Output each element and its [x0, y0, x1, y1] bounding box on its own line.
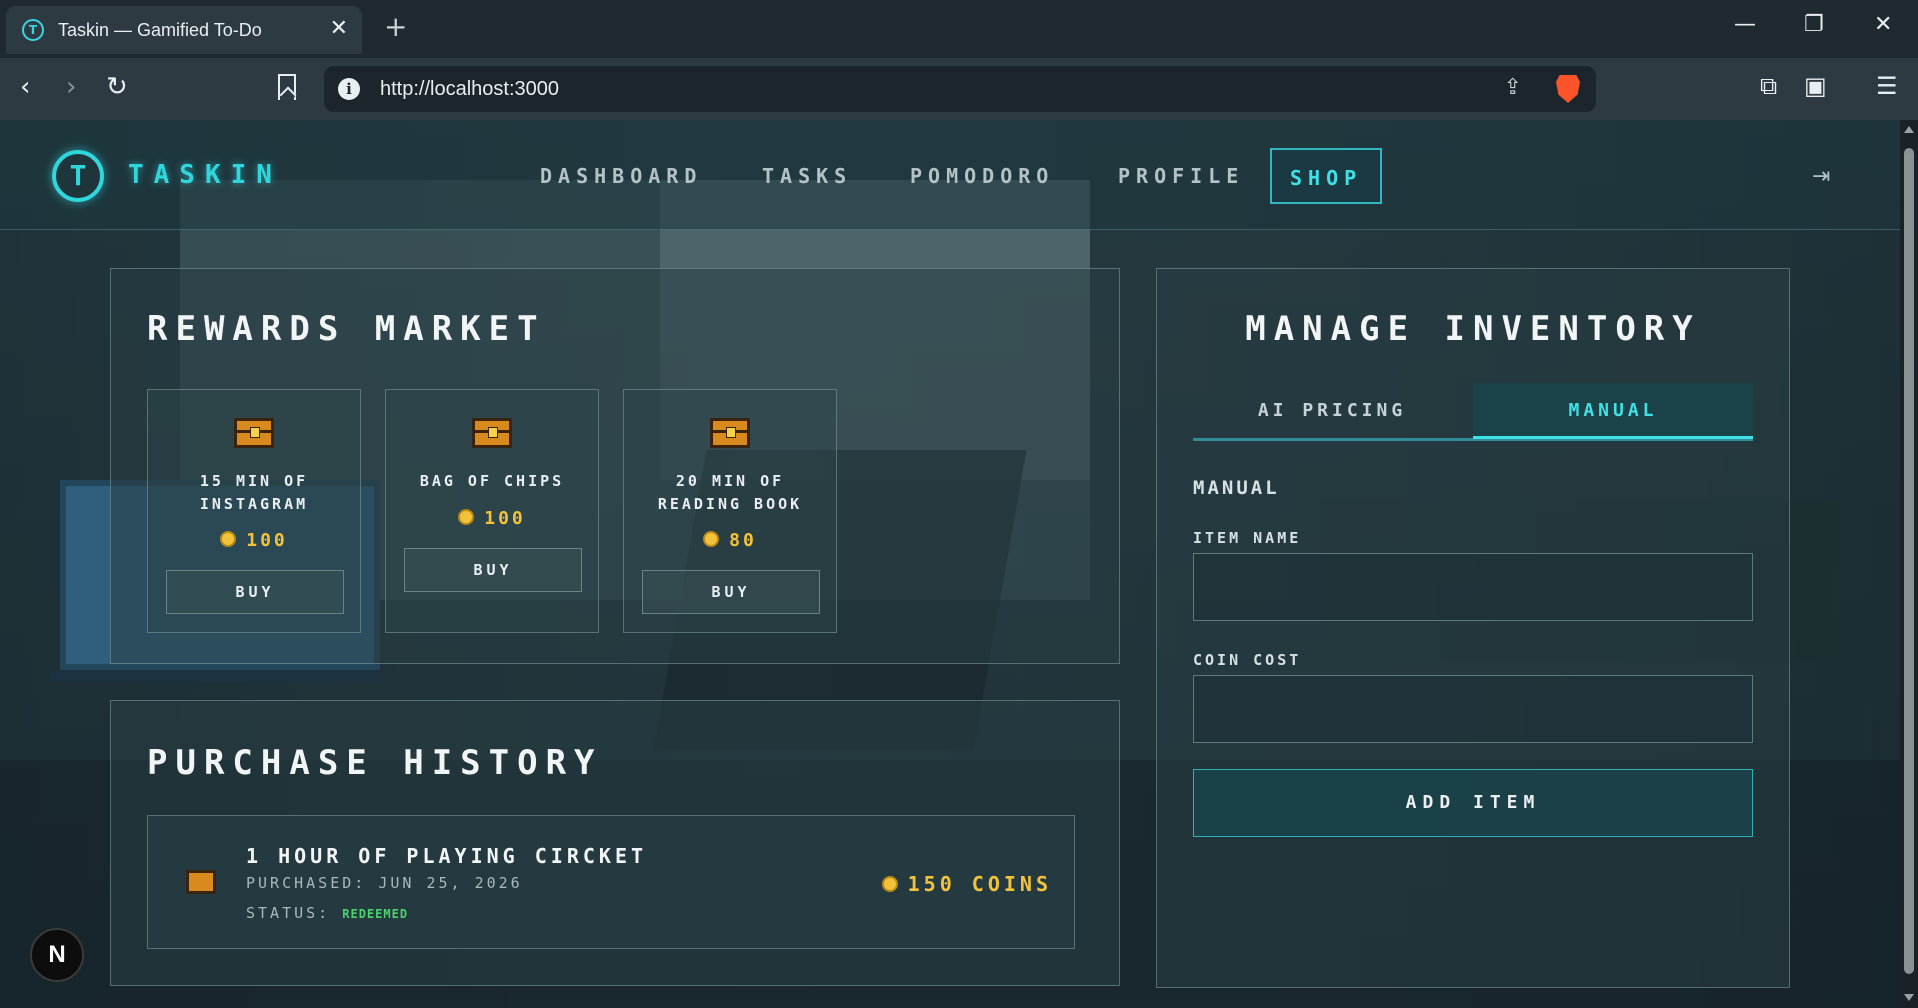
new-tab-button[interactable]: + [384, 10, 407, 43]
background-laptop-art [50, 670, 380, 682]
extensions-icon[interactable]: ⧉ [1760, 72, 1777, 100]
purchase-history-title: PURCHASE HISTORY [147, 743, 603, 783]
treasure-chest-icon [234, 418, 274, 448]
minimize-button[interactable]: — [1734, 12, 1756, 37]
coin-icon [220, 531, 237, 547]
nextjs-dev-badge[interactable]: N [30, 928, 84, 982]
coin-icon [881, 876, 898, 892]
tab-ai-pricing[interactable]: AI PRICING [1193, 383, 1471, 439]
address-bar[interactable]: i http://localhost:3000 ⇪ [324, 66, 1596, 112]
tab-close-icon[interactable]: ✕ [330, 16, 348, 41]
reward-card: 15 MIN OF INSTAGRAM 100 BUY [147, 389, 361, 633]
reward-name: BAG OF CHIPS [419, 472, 565, 490]
restore-button[interactable]: ❐ [1804, 12, 1824, 37]
app-page: T TASKIN DASHBOARD TASKS POMODORO PROFIL… [0, 120, 1900, 1008]
history-purchase-date: PURCHASED: JUN 25, 2026 [246, 874, 523, 892]
coin-cost-input[interactable] [1193, 675, 1753, 743]
bookmark-icon[interactable] [278, 74, 296, 100]
nav-dashboard[interactable]: DASHBOARD [540, 164, 702, 188]
taskin-favicon-icon: T [22, 19, 44, 41]
reward-price: 80 [624, 530, 836, 551]
add-item-button[interactable]: ADD ITEM [1193, 769, 1753, 837]
rewards-market-panel: REWARDS MARKET 15 MIN OF INSTAGRAM 100 B… [110, 268, 1120, 664]
history-entry: 1 HOUR OF PLAYING CIRCKET PURCHASED: JUN… [147, 815, 1075, 949]
nav-profile[interactable]: PROFILE [1118, 164, 1244, 188]
treasure-chest-icon [472, 418, 512, 448]
menu-icon[interactable]: ☰ [1876, 72, 1898, 100]
buy-button[interactable]: BUY [642, 570, 820, 614]
share-icon[interactable]: ⇪ [1504, 75, 1522, 100]
forward-arrow-icon[interactable]: › [66, 72, 76, 102]
browser-tab-bar: T Taskin — Gamified To-Do ✕ + — ❐ ✕ [0, 0, 1918, 58]
scroll-down-arrow-icon[interactable] [1904, 994, 1914, 1001]
logout-icon[interactable]: ⇥ [1812, 164, 1830, 189]
treasure-chest-icon [186, 870, 216, 894]
back-arrow-icon[interactable]: ‹ [20, 72, 30, 102]
reward-card: 20 MIN OF READING BOOK 80 BUY [623, 389, 837, 633]
sidebar-icon[interactable]: ▣ [1804, 72, 1827, 100]
treasure-chest-icon [710, 418, 750, 448]
buy-button[interactable]: BUY [404, 548, 582, 592]
scroll-up-arrow-icon[interactable] [1904, 126, 1914, 133]
reward-name: 15 MIN OF [199, 472, 309, 490]
history-item-name: 1 HOUR OF PLAYING CIRCKET [246, 844, 648, 868]
reward-price: 100 [148, 530, 360, 551]
scroll-thumb[interactable] [1904, 148, 1914, 974]
brand-name[interactable]: TASKIN [128, 160, 282, 190]
taskin-logo-icon[interactable]: T [52, 150, 104, 202]
tab-title: Taskin — Gamified To-Do [58, 20, 262, 40]
reward-name: 20 MIN OF [675, 472, 785, 490]
history-status: STATUS: REDEEMED [246, 904, 409, 922]
brave-shield-icon[interactable] [1556, 75, 1580, 103]
nav-pomodoro[interactable]: POMODORO [910, 164, 1054, 188]
manage-inventory-panel: MANAGE INVENTORY AI PRICING MANUAL MANUA… [1156, 268, 1790, 988]
inventory-tabs: AI PRICING MANUAL [1193, 383, 1753, 441]
history-coin-cost: 150 COINS [881, 872, 1052, 896]
buy-button[interactable]: BUY [166, 570, 344, 614]
url-text[interactable]: http://localhost:3000 [380, 78, 559, 101]
tab-manual[interactable]: MANUAL [1473, 383, 1753, 439]
coin-icon [458, 509, 475, 525]
coin-cost-label: COIN COST [1193, 651, 1302, 669]
rewards-market-title: REWARDS MARKET [147, 309, 546, 349]
item-name-label: ITEM NAME [1193, 529, 1302, 547]
app-navbar: T TASKIN DASHBOARD TASKS POMODORO PROFIL… [0, 120, 1900, 230]
purchase-history-panel: PURCHASE HISTORY 1 HOUR OF PLAYING CIRCK… [110, 700, 1120, 986]
site-info-icon[interactable]: i [338, 78, 360, 100]
item-name-input[interactable] [1193, 553, 1753, 621]
reward-name: READING BOOK [657, 495, 803, 513]
reload-icon[interactable]: ↻ [106, 72, 128, 102]
nav-tasks[interactable]: TASKS [762, 164, 852, 188]
browser-toolbar: ‹ › ↻ i http://localhost:3000 ⇪ ⧉ ▣ ☰ [0, 58, 1918, 120]
status-badge: REDEEMED [342, 907, 409, 921]
page-scrollbar[interactable] [1900, 120, 1918, 1008]
reward-card: BAG OF CHIPS 100 BUY [385, 389, 599, 633]
coin-icon [703, 531, 720, 547]
manual-section-heading: MANUAL [1193, 477, 1280, 499]
browser-tab[interactable]: T Taskin — Gamified To-Do ✕ [6, 6, 362, 54]
reward-name: INSTAGRAM [199, 495, 309, 513]
reward-price: 100 [386, 508, 598, 529]
manage-inventory-title: MANAGE INVENTORY [1245, 309, 1701, 349]
nav-shop[interactable]: SHOP [1270, 148, 1383, 204]
window-close-button[interactable]: ✕ [1874, 12, 1892, 37]
